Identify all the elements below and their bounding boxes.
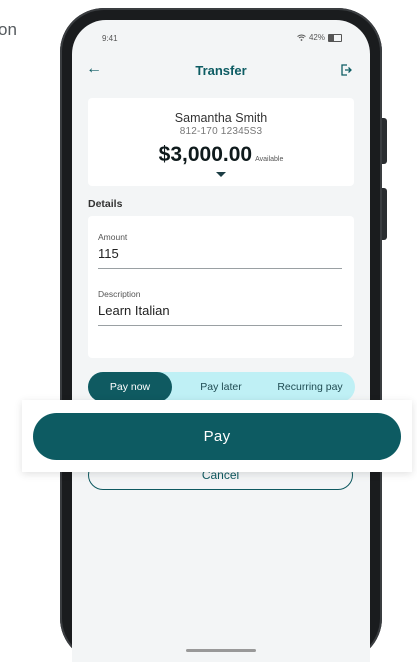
battery-percent: 42%	[308, 33, 325, 42]
background-text-fragment: on	[0, 20, 17, 39]
battery-icon	[328, 33, 342, 42]
account-balance: $3,000.00	[158, 143, 253, 166]
pay-button[interactable]: Pay	[33, 413, 401, 460]
tab-pay-later[interactable]: Pay later	[176, 372, 266, 402]
description-underline	[98, 325, 342, 326]
description-field[interactable]: Description Learn Italian	[98, 289, 342, 326]
description-label: Description	[98, 289, 141, 299]
logout-icon[interactable]	[340, 63, 352, 81]
status-bar: 9:41 42%	[72, 32, 370, 46]
payment-timing-selector: Pay now Pay later Recurring pay	[88, 372, 355, 402]
volume-down-button	[382, 188, 387, 240]
description-input[interactable]: Learn Italian	[98, 303, 342, 318]
available-label: Available	[255, 156, 284, 163]
details-card: Amount 115 Description Learn Italian	[88, 216, 354, 358]
volume-up-button	[382, 118, 387, 164]
amount-label: Amount	[98, 232, 128, 242]
account-holder-name: Samantha Smith	[174, 111, 268, 125]
status-indicators: 42%	[297, 33, 342, 42]
home-indicator	[186, 649, 256, 652]
amount-underline	[98, 268, 342, 269]
page-title: Transfer	[195, 63, 247, 78]
top-nav: ← Transfer	[72, 60, 370, 82]
amount-field[interactable]: Amount 115	[98, 232, 342, 269]
phone-screen: 9:41 42% ← Transfer Samantha Smith 812-1…	[72, 20, 370, 662]
account-card[interactable]: Samantha Smith 812-170 12345S3 $3,000.00…	[88, 98, 354, 186]
account-number: 812-170 12345S3	[179, 126, 263, 137]
balance-row: $3,000.00 Available	[88, 143, 354, 167]
tab-pay-now[interactable]: Pay now	[88, 372, 172, 402]
status-time: 9:41	[102, 34, 118, 43]
chevron-down-icon[interactable]	[216, 172, 226, 177]
wifi-icon	[297, 34, 306, 41]
pay-button-callout: Pay	[22, 400, 412, 472]
amount-input[interactable]: 115	[98, 246, 342, 261]
details-heading: Details	[88, 198, 123, 210]
tab-recurring-pay[interactable]: Recurring pay	[264, 372, 356, 402]
